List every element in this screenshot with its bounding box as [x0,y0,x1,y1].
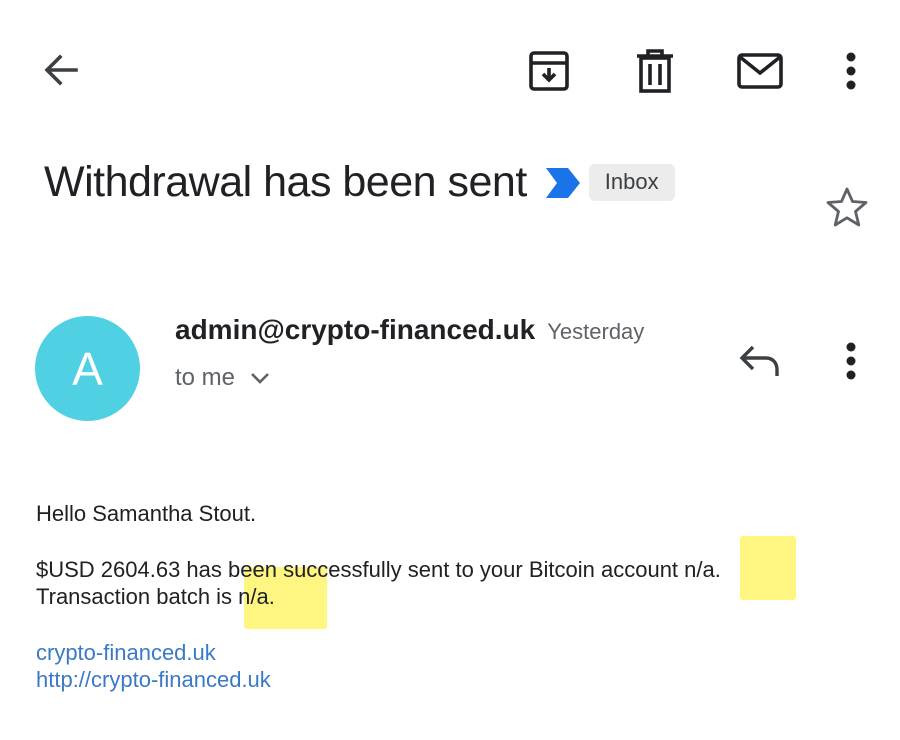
star-button[interactable] [822,182,872,232]
archive-icon [529,51,569,91]
subject-row: Withdrawal has been sent Inbox [44,158,675,207]
more-vert-icon [846,52,856,90]
delete-icon [637,49,673,93]
back-button[interactable] [36,46,84,94]
mail-icon [737,53,783,89]
sender-address[interactable]: admin@crypto-financed.uk [175,314,535,346]
mark-unread-button[interactable] [734,46,786,96]
sender-avatar[interactable]: A [35,316,140,421]
inbox-label-chip[interactable]: Inbox [588,164,675,201]
body-paragraph: $USD 2604.63 has been successfully sent … [36,556,876,610]
arrow-back-icon [44,54,78,86]
recipient-label: to me [175,364,236,391]
delete-button[interactable] [630,46,680,96]
reply-button[interactable] [734,336,786,386]
more-vert-icon [846,342,856,380]
archive-button[interactable] [524,46,574,96]
body-line-1: $USD 2604.63 has been successfully sent … [36,557,721,582]
reply-icon [739,345,779,376]
star-icon [826,187,868,227]
more-options-button[interactable] [836,46,866,96]
body-line-2: Transaction batch is n/a. [36,584,275,609]
sender-row: admin@crypto-financed.uk Yesterday [175,314,644,346]
recipient-details-toggle[interactable]: to me [175,364,271,392]
avatar-letter: A [72,342,103,395]
email-subject: Withdrawal has been sent [44,158,527,206]
body-link[interactable]: crypto-financed.uk [36,639,876,666]
important-marker-icon[interactable] [545,167,581,199]
email-date: Yesterday [547,319,645,344]
chevron-down-icon [251,373,269,384]
message-more-options-button[interactable] [836,336,866,386]
email-body: Hello Samantha Stout. $USD 2604.63 has b… [36,500,876,693]
body-link[interactable]: http://crypto-financed.uk [36,666,876,693]
body-greeting: Hello Samantha Stout. [36,501,257,526]
